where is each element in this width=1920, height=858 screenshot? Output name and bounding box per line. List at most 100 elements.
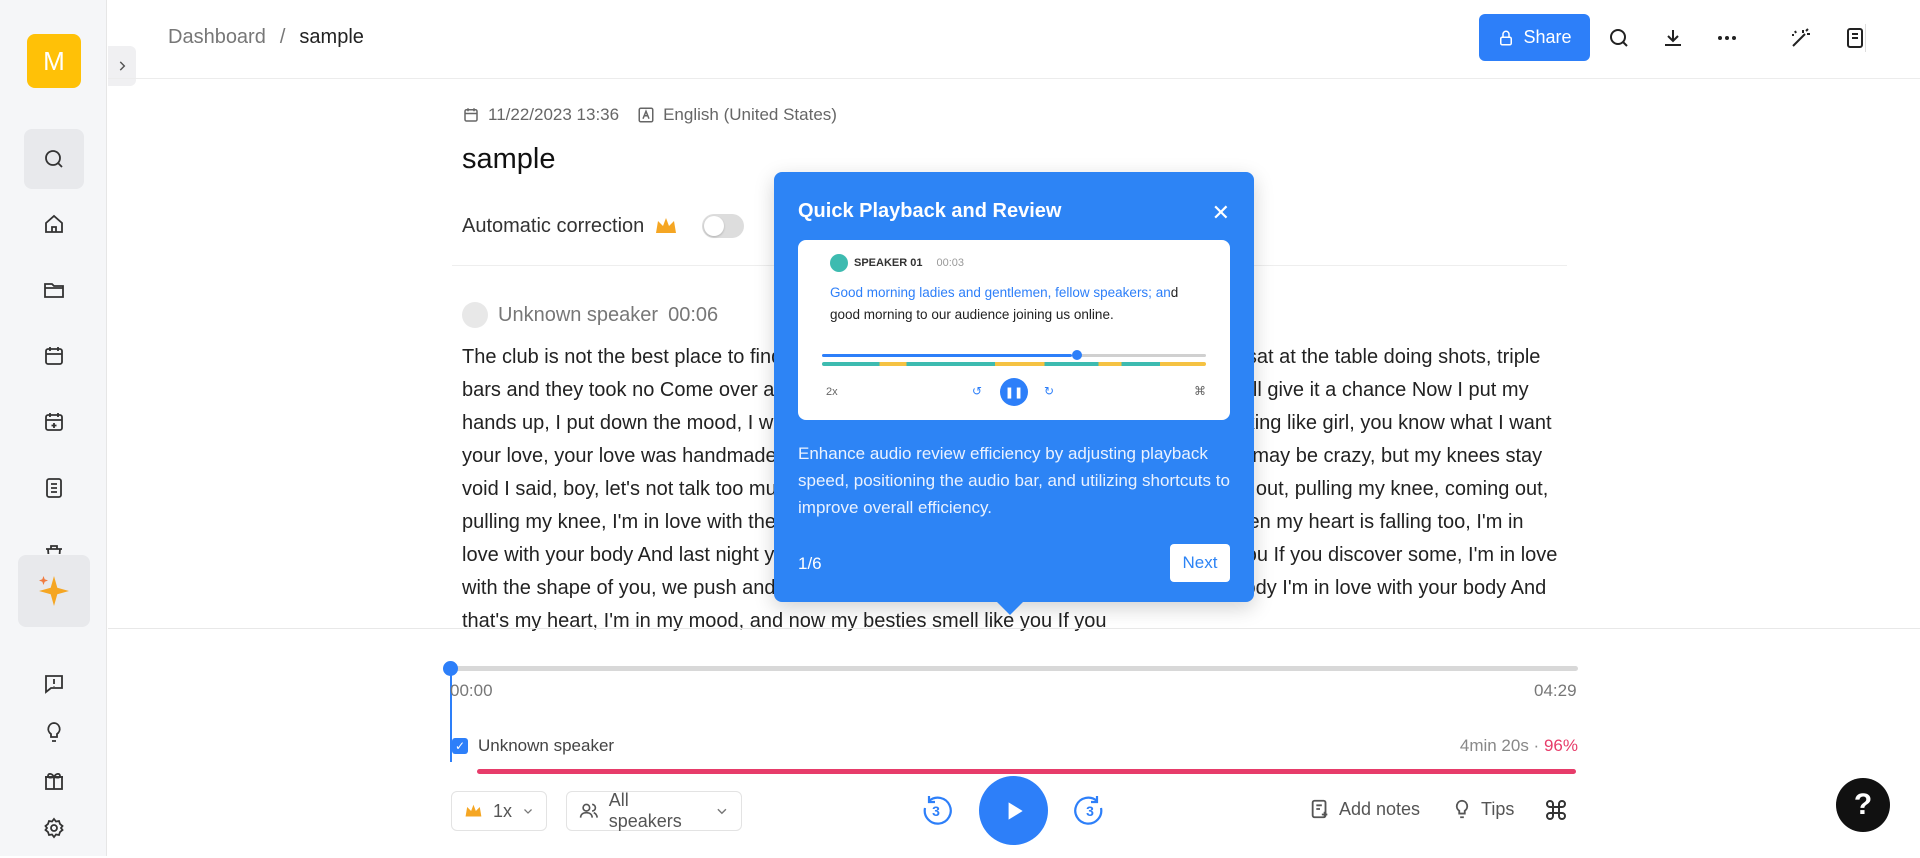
download-button[interactable] (1659, 24, 1687, 52)
document-title[interactable]: sample (462, 143, 556, 176)
lightbulb-icon (47, 722, 61, 742)
settings-button[interactable] (24, 798, 84, 858)
next-button[interactable]: Next (1170, 544, 1230, 582)
more-button[interactable] (1713, 24, 1741, 52)
sidebar: M (0, 0, 107, 856)
speakers-filter-value: All speakers (608, 790, 682, 831)
speaker-filter-row: ✓ Unknown speaker (452, 736, 614, 756)
search-replace-icon (1610, 29, 1628, 47)
home-icon (45, 214, 63, 233)
calendar-edit-icon (464, 108, 478, 122)
help-button[interactable]: ? (1836, 778, 1890, 832)
forward-button[interactable]: 3 (1073, 794, 1107, 828)
popup-preview-card: SPEAKER 01 00:03 Good morning ladies and… (798, 240, 1230, 420)
breadcrumb-root[interactable]: Dashboard (168, 26, 266, 49)
find-button[interactable] (1605, 24, 1633, 52)
close-icon[interactable]: ✕ (1212, 200, 1230, 226)
feedback-icon (45, 675, 63, 694)
time-current: 00:00 (450, 681, 493, 700)
card-speaker-time: 00:03 (936, 257, 965, 269)
rewind-button[interactable]: 3 (919, 794, 953, 828)
speaker-duration: 4min 20s · (1459, 736, 1540, 755)
schedule-button[interactable] (24, 392, 84, 452)
progress-handle[interactable] (443, 661, 458, 676)
card-speaker-avatar (830, 254, 848, 272)
language[interactable]: English (United States) (637, 105, 837, 125)
onboarding-popup: Quick Playback and Review ✕ SPEAKER 01 0… (774, 172, 1254, 602)
progress-track[interactable] (450, 666, 1578, 671)
card-speaker-bar (822, 362, 1206, 366)
ai-assistant-button[interactable] (18, 555, 90, 627)
lightbulb-icon (1455, 799, 1469, 819)
speaker-row-label: Unknown speaker (478, 736, 615, 755)
language-text: English (United States) (663, 105, 837, 124)
card-transcript: Good morning ladies and gentlemen, fello… (830, 282, 1210, 326)
folder-icon (44, 283, 64, 298)
language-icon (638, 107, 654, 123)
search-button[interactable] (24, 129, 84, 189)
auto-correction-toggle[interactable] (702, 214, 745, 238)
share-button[interactable]: Share (1479, 14, 1590, 61)
breadcrumb-current: sample (299, 26, 364, 48)
speed-select[interactable]: 1x (451, 791, 547, 831)
magic-edit-button[interactable] (1787, 24, 1815, 52)
popup-caret (996, 601, 1024, 615)
shortcuts-button[interactable] (1544, 798, 1568, 822)
speaker-timeline-bar[interactable] (477, 769, 1576, 774)
add-note-icon (1311, 799, 1328, 819)
home-button[interactable] (24, 194, 84, 254)
calendar-button[interactable] (24, 326, 84, 386)
notes-button[interactable] (24, 458, 84, 518)
speaker-stats: 4min 20s · 96% (1460, 736, 1578, 756)
speakers-filter-select[interactable]: All speakers (566, 790, 742, 831)
popup-step-counter: 1/6 (798, 554, 822, 573)
card-pause-icon: ❚❚ (1000, 378, 1028, 406)
avatar[interactable]: M (27, 34, 81, 88)
card-progress-bar (822, 354, 1072, 357)
card-forward-icon: ↻ (1044, 384, 1055, 398)
document-meta: 11/22/2023 13:36 English (United States) (462, 105, 837, 125)
sparkle-icon (39, 576, 69, 606)
speed-value: 1x (492, 800, 512, 821)
speaker-percent: 96% (1543, 736, 1578, 755)
forward-seconds: 3 (1086, 803, 1094, 819)
player-divider (108, 628, 1920, 629)
tips-button[interactable]: Tips (1451, 798, 1514, 820)
magic-wand-icon (1792, 28, 1810, 47)
popup-title: Quick Playback and Review (798, 200, 1062, 222)
crown-icon (465, 804, 482, 817)
play-button[interactable] (979, 776, 1048, 845)
trash-icon (46, 545, 62, 554)
gift-icon (45, 772, 63, 790)
search-icon (45, 150, 63, 168)
speaker-checkbox[interactable]: ✓ (452, 738, 468, 754)
datetime-text: 11/22/2023 13:36 (488, 105, 620, 124)
speaker-time[interactable]: 00:06 (668, 304, 718, 327)
trash-button[interactable] (24, 524, 84, 554)
chevron-down-icon (524, 809, 532, 814)
time-total: 04:29 (1534, 681, 1577, 700)
tips-label: Tips (1481, 798, 1515, 819)
rewind-seconds: 3 (932, 803, 940, 819)
auto-correction: Automatic correction (462, 214, 745, 238)
auto-correction-label: Automatic correction (462, 214, 645, 237)
card-progress-track (1072, 354, 1206, 357)
document-icon (46, 478, 62, 498)
files-button[interactable] (24, 260, 84, 320)
add-notes-label: Add notes (1339, 798, 1421, 819)
speaker-name[interactable]: Unknown speaker (498, 304, 658, 327)
notes-panel-button[interactable] (1841, 24, 1869, 52)
chevron-down-icon (717, 808, 727, 815)
breadcrumb: Dashboard / sample (168, 26, 364, 49)
card-speaker: SPEAKER 01 00:03 (830, 254, 964, 272)
card-command-icon: ⌘ (1194, 384, 1206, 398)
gear-icon (44, 817, 64, 839)
crown-icon (656, 218, 677, 233)
play-icon (1008, 801, 1023, 820)
calendar-plus-icon (45, 413, 63, 431)
add-notes-button[interactable]: Add notes (1309, 798, 1420, 820)
users-icon (579, 803, 598, 818)
speaker-avatar[interactable] (462, 302, 488, 328)
datetime: 11/22/2023 13:36 (462, 105, 619, 125)
card-progress-knob (1072, 350, 1082, 360)
